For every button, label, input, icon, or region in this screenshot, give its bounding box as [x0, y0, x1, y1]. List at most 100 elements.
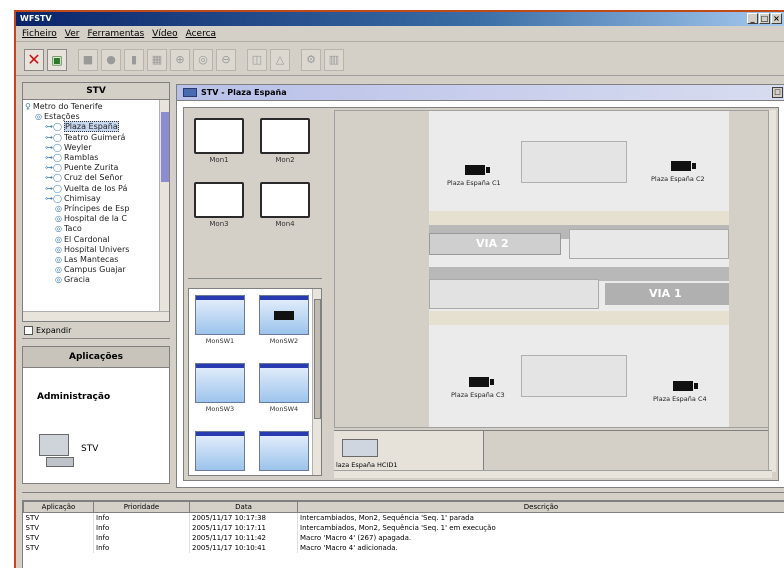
camera-thumb-3[interactable]: MonSW3: [195, 363, 245, 415]
table-cell: STV: [23, 542, 94, 553]
monitor-label: Mon3: [209, 220, 229, 228]
bottom-camera[interactable]: laza España HCID1: [334, 431, 484, 475]
camera-thumb-5[interactable]: [195, 431, 245, 475]
close-x-icon[interactable]: ✕: [24, 48, 44, 71]
table-cell: STV: [23, 522, 94, 533]
tree-hscroll[interactable]: [23, 311, 169, 321]
camera-icon[interactable]: ◫: [247, 48, 267, 71]
settings-icon[interactable]: ⚙: [301, 48, 321, 71]
column-header[interactable]: Prioridade: [93, 501, 190, 513]
pause-icon[interactable]: ▮: [124, 48, 144, 71]
monitor-1[interactable]: Mon1: [194, 118, 244, 164]
station-icon: ◎: [35, 112, 42, 122]
tree-node[interactable]: ⊶◯ Teatro Guimerá: [25, 133, 169, 143]
monitor-2[interactable]: Mon2: [260, 118, 310, 164]
station-icon: ◎: [55, 244, 62, 254]
table-cell: Macro 'Macro 4' (267) apagada.: [297, 532, 784, 543]
stv-app-label[interactable]: STV: [81, 444, 98, 454]
monitor-label: Mon2: [275, 156, 295, 164]
tree-node-label: Puente Zurita: [63, 163, 119, 173]
camera-icon[interactable]: [465, 165, 490, 175]
platform-bottom: [429, 311, 729, 325]
table-cell: Intercambiados, Mon2, Sequência 'Seq. 1'…: [297, 512, 784, 523]
menu-ferramentas[interactable]: Ferramentas: [87, 29, 144, 39]
tree-node[interactable]: ⊶◯ Weyler: [25, 143, 169, 153]
minimize-button[interactable]: _: [747, 13, 758, 24]
tree-node[interactable]: ♀ Metro do Tenerife: [25, 102, 169, 112]
maximize-button[interactable]: □: [759, 13, 770, 24]
tree-node[interactable]: ◎ Hospital de la C: [25, 214, 169, 224]
camera-icon[interactable]: [469, 377, 494, 387]
stv-app-icon[interactable]: [39, 434, 74, 467]
camera-vscroll[interactable]: [312, 289, 321, 475]
warning-icon[interactable]: △: [270, 48, 290, 71]
export-icon[interactable]: ▣: [47, 48, 67, 71]
tree-node[interactable]: ⊶◯ Ramblas: [25, 153, 169, 163]
column-header[interactable]: Data: [189, 501, 298, 513]
stop-icon[interactable]: ■: [78, 48, 98, 71]
tree-node[interactable]: ⊶◯ Vuelta de los Pá: [25, 184, 169, 194]
tree-node[interactable]: ◎ Las Mantecas: [25, 255, 169, 265]
tree-node[interactable]: ◎ Hospital Univers: [25, 245, 169, 255]
tree-node-label: El Cardonal: [63, 234, 110, 244]
tree-node[interactable]: ◎ El Cardonal: [25, 235, 169, 245]
camera-thumb-2[interactable]: MonSW2: [259, 295, 309, 347]
camera-icon[interactable]: [673, 381, 698, 391]
tree-node-label: Estações: [43, 112, 80, 122]
splitter[interactable]: [22, 338, 170, 346]
zoom-icon[interactable]: ◎: [193, 48, 213, 71]
menu-ver[interactable]: Ver: [65, 29, 80, 39]
tree-vscroll[interactable]: [159, 100, 169, 321]
map-vscroll[interactable]: [768, 110, 776, 472]
column-header[interactable]: Descrição: [297, 501, 784, 513]
admin-label[interactable]: Administração: [37, 392, 110, 402]
tree-node[interactable]: ⊶◯ Plaza España: [25, 121, 169, 133]
close-button[interactable]: ×: [771, 13, 782, 24]
camera-thumb-1[interactable]: MonSW1: [195, 295, 245, 347]
grid-icon[interactable]: ▦: [147, 48, 167, 71]
table-row[interactable]: STV Info 2005/11/17 10:10:41 Macro 'Macro 4…: [23, 542, 784, 553]
window-title: WFSTV: [20, 14, 52, 23]
monitor-3[interactable]: Mon3: [194, 182, 244, 228]
tree-node[interactable]: ◎ Príncipes de Esp: [25, 204, 169, 214]
tree-node[interactable]: ⊶◯ Chimisay: [25, 194, 169, 204]
station-tree[interactable]: ♀ Metro do Tenerife ◎ Estações ⊶◯ Plaza Españ…: [22, 100, 170, 322]
map-hscroll[interactable]: [334, 470, 772, 478]
tree-node[interactable]: ⊶◯ Cruz del Señor: [25, 173, 169, 183]
table-cell: STV: [23, 512, 94, 523]
layout-icon[interactable]: ▥: [324, 48, 344, 71]
camera-screen: [195, 431, 245, 471]
camera-thumb-4[interactable]: MonSW4: [259, 363, 309, 415]
menu-video[interactable]: Vídeo: [152, 29, 177, 39]
column-header[interactable]: Aplicação: [23, 501, 94, 513]
table-row[interactable]: STV Info 2005/11/17 10:17:11 Intercambiados…: [23, 522, 784, 533]
table-row[interactable]: STV Info 2005/11/17 10:17:38 Intercambiados…: [23, 512, 784, 523]
monitor-4[interactable]: Mon4: [260, 182, 310, 228]
stv-maximize-button[interactable]: □: [772, 87, 783, 98]
splitter-bottom[interactable]: [22, 492, 784, 498]
train-2: [569, 229, 729, 259]
tree-node[interactable]: ◎ Campus Guajar: [25, 265, 169, 275]
station-icon: ⊶◯: [45, 132, 62, 142]
camera-panel: MonSW1 MonSW2 MonSW3 MonSW4: [188, 288, 322, 476]
menu-acerca[interactable]: Acerca: [186, 29, 216, 39]
camera-icon[interactable]: [671, 161, 696, 171]
tree-node-label: Teatro Guimerá: [63, 132, 126, 142]
expand-row[interactable]: Expandir: [22, 322, 170, 338]
zoom-out-icon[interactable]: ⊖: [216, 48, 236, 71]
record-icon[interactable]: ●: [101, 48, 121, 71]
menu-ficheiro[interactable]: Ficheiro: [22, 29, 57, 39]
tree-node[interactable]: ⊶◯ Puente Zurita: [25, 163, 169, 173]
stv-window-title: STV - Plaza España: [201, 88, 287, 97]
menu-bar: Ficheiro Ver Ferramentas Vídeo Acerca: [16, 26, 784, 42]
panel-splitter[interactable]: [188, 278, 322, 286]
toolbar: ✕ ▣ ■ ● ▮ ▦ ⊕ ◎ ⊖ ◫ △ ⚙ ▥: [16, 44, 784, 76]
expand-checkbox[interactable]: [24, 325, 33, 335]
tree-node[interactable]: ◎ Gracia: [25, 275, 169, 285]
zoom-in-icon[interactable]: ⊕: [170, 48, 190, 71]
table-row[interactable]: STV Info 2005/11/17 10:11:42 Macro 'Macro 4…: [23, 532, 784, 543]
tree-node[interactable]: ◎ Taco: [25, 224, 169, 234]
camera-thumb-6[interactable]: [259, 431, 309, 475]
stv-window: STV - Plaza España □ Mon1 Mon2 Mon3 Mon4…: [176, 84, 784, 488]
left-panel-header: STV: [22, 82, 170, 100]
